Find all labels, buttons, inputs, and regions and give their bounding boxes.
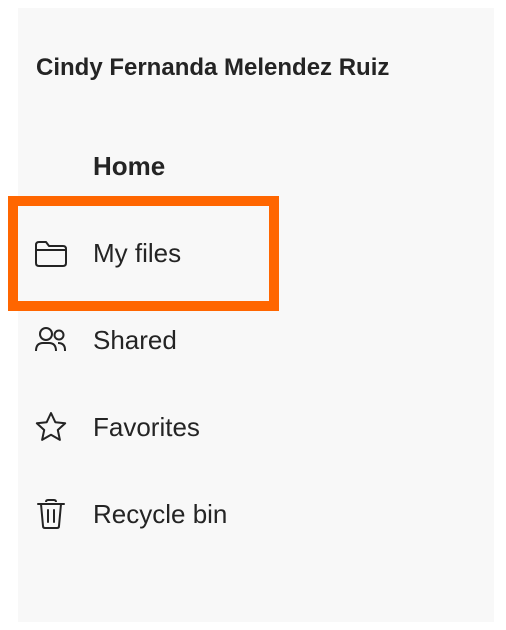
- home-icon-placeholder: [30, 144, 76, 188]
- nav-item-label: Home: [93, 150, 166, 181]
- nav-item-shared[interactable]: Shared: [30, 318, 450, 362]
- nav-item-favorites[interactable]: Favorites: [30, 405, 450, 449]
- trash-icon: [30, 492, 76, 536]
- nav-item-label: Recycle bin: [93, 498, 228, 529]
- nav-item-label: Shared: [93, 324, 177, 355]
- people-icon: [30, 318, 76, 362]
- nav-item-label: My files: [93, 237, 182, 268]
- nav-item-home[interactable]: Home: [30, 144, 450, 188]
- folder-icon: [30, 231, 76, 275]
- nav-item-label: Favorites: [93, 411, 200, 442]
- star-icon: [30, 405, 76, 449]
- nav-item-recycle-bin[interactable]: Recycle bin: [30, 492, 450, 536]
- nav-item-my-files[interactable]: My files: [30, 231, 450, 275]
- user-name: Cindy Fernanda Melendez Ruiz: [36, 54, 390, 81]
